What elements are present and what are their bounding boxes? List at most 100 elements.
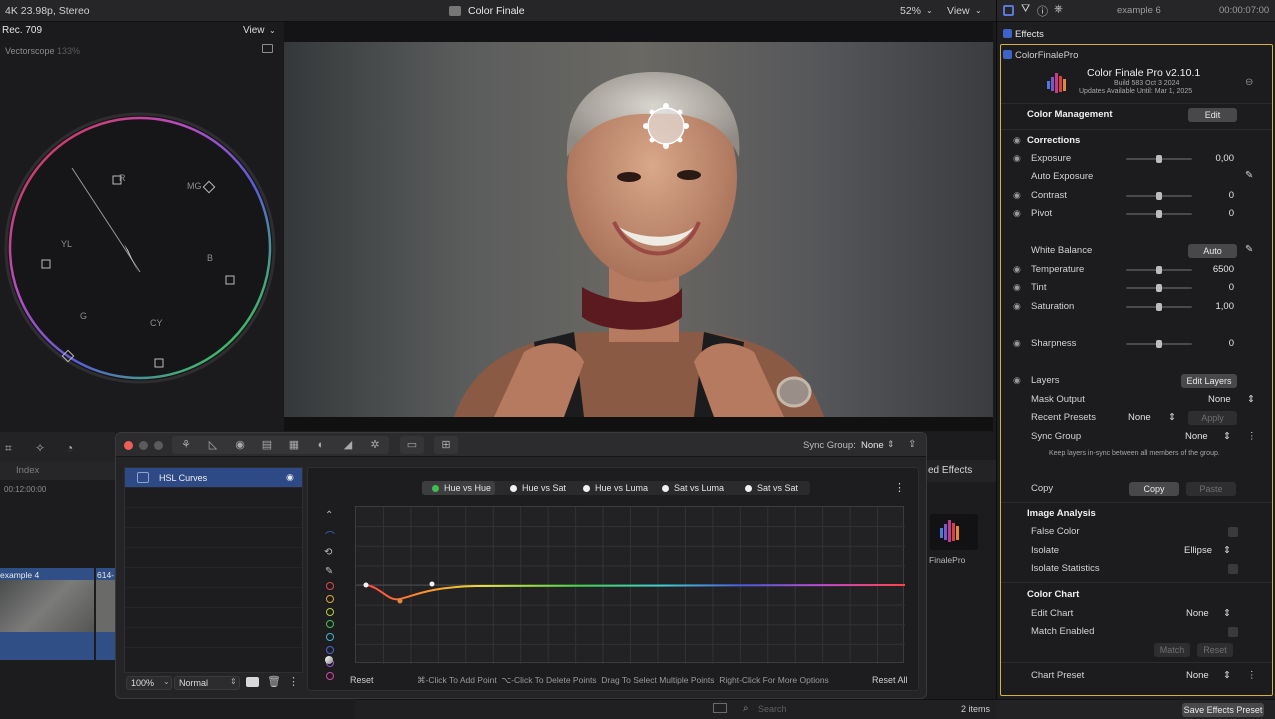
more-options-icon[interactable]: ⋮ bbox=[1247, 670, 1257, 681]
save-effects-preset-button[interactable]: Save Effects Preset bbox=[1182, 703, 1264, 717]
magic-wand-icon[interactable]: ✧ bbox=[35, 441, 45, 455]
lut-icon[interactable]: ▦ bbox=[287, 438, 301, 452]
tab-sat-vs-luma[interactable]: Sat vs Luma bbox=[662, 481, 724, 495]
zoom-select[interactable]: 100% ⌄ bbox=[126, 676, 172, 690]
color-palette-icon[interactable]: ◉ bbox=[233, 438, 247, 452]
saturation-value[interactable]: 1,00 bbox=[1216, 301, 1235, 312]
false-color-checkbox[interactable] bbox=[1228, 527, 1238, 537]
curve-loop-tool-icon[interactable]: ⟲ bbox=[324, 547, 332, 558]
mask-icon[interactable] bbox=[246, 677, 259, 687]
eyedropper-icon[interactable]: ✎ bbox=[325, 566, 333, 577]
minimize-button[interactable] bbox=[139, 441, 148, 450]
zoom-button[interactable] bbox=[154, 441, 163, 450]
hsl-curves-window[interactable]: ⚘ ◺ ◉ ▤ ▦ ◐ ◢ ✲ ▭ ⊞ Sync Group: None ⇕ ⇪… bbox=[115, 432, 927, 699]
eye-icon[interactable]: ◉ bbox=[1013, 282, 1023, 292]
slider-knob[interactable] bbox=[1156, 210, 1162, 218]
zoom-dropdown[interactable]: 52% bbox=[900, 5, 921, 17]
saturation-slider[interactable] bbox=[1126, 303, 1192, 311]
temperature-slider[interactable] bbox=[1126, 266, 1192, 274]
collapse-icon[interactable]: ⊖ bbox=[1245, 77, 1253, 88]
hue-swatch-icon[interactable] bbox=[326, 607, 334, 616]
hue-swatch-icon[interactable] bbox=[326, 594, 334, 603]
tab-sat-vs-sat[interactable]: Sat vs Sat bbox=[745, 481, 798, 495]
isolate-select[interactable]: Ellipse bbox=[1184, 545, 1212, 556]
temperature-value[interactable]: 6500 bbox=[1213, 264, 1234, 275]
folder-button[interactable]: ▭ bbox=[400, 436, 424, 454]
sidebar-toggle-icon[interactable] bbox=[713, 703, 727, 713]
recent-presets-select[interactable]: None bbox=[1128, 412, 1151, 423]
settings-icon[interactable]: ✲ bbox=[368, 438, 382, 452]
trash-icon[interactable]: 🗑 bbox=[267, 675, 281, 688]
hue-swatch-icon[interactable] bbox=[326, 633, 334, 642]
eye-icon[interactable]: ◉ bbox=[1013, 375, 1023, 385]
edit-chart-select[interactable]: None bbox=[1186, 608, 1209, 619]
eye-icon[interactable]: ◉ bbox=[1013, 190, 1023, 200]
hue-swatch-icon[interactable] bbox=[326, 582, 334, 590]
slider-knob[interactable] bbox=[1156, 284, 1162, 292]
edit-color-management-button[interactable]: Edit bbox=[1188, 108, 1237, 122]
curve-control-point[interactable] bbox=[363, 582, 369, 588]
view-dropdown[interactable]: View bbox=[947, 5, 970, 17]
share-icon[interactable]: ⇪ bbox=[908, 439, 916, 450]
more-options-icon[interactable]: ⋮ bbox=[1247, 431, 1257, 442]
chart-preset-select[interactable]: None bbox=[1186, 670, 1209, 681]
copy-button[interactable]: Copy bbox=[1129, 482, 1179, 496]
gradient-icon[interactable]: ◢ bbox=[341, 438, 355, 452]
eye-icon[interactable]: ◉ bbox=[1013, 301, 1023, 311]
eyedropper-icon[interactable]: ✎ bbox=[1245, 244, 1253, 255]
more-options-icon[interactable]: ⋮ bbox=[288, 675, 299, 688]
sync-group-select[interactable]: None bbox=[1185, 431, 1208, 442]
hue-swatch-icon[interactable] bbox=[326, 620, 334, 629]
levels-icon[interactable]: ▤ bbox=[260, 438, 274, 452]
eye-icon[interactable]: ◉ bbox=[286, 472, 294, 483]
video-viewer[interactable] bbox=[284, 42, 993, 417]
mask-output-select[interactable]: None bbox=[1208, 394, 1231, 405]
clip-example-4[interactable]: example 4 bbox=[0, 568, 94, 660]
clip-614[interactable]: 614- bbox=[96, 568, 115, 660]
eyedropper-icon[interactable]: ✎ bbox=[1245, 170, 1253, 181]
crop-tool-icon[interactable]: ⌗ bbox=[5, 441, 12, 456]
layer-checkbox[interactable] bbox=[137, 472, 149, 483]
isolate-statistics-checkbox[interactable] bbox=[1228, 564, 1238, 574]
tab-hue-vs-hue[interactable]: Hue vs Hue bbox=[422, 481, 495, 495]
scope-settings-icon[interactable] bbox=[262, 44, 273, 53]
edit-layers-button[interactable]: Edit Layers bbox=[1181, 374, 1237, 388]
eye-icon[interactable]: ◉ bbox=[1013, 135, 1023, 145]
tab-hue-vs-luma[interactable]: Hue vs Luma bbox=[583, 481, 648, 495]
exposure-value[interactable]: 0,00 bbox=[1216, 153, 1235, 164]
slider-knob[interactable] bbox=[1156, 340, 1162, 348]
share-icon[interactable]: ⎈ bbox=[1054, 3, 1063, 16]
reset-button[interactable]: Reset bbox=[350, 675, 374, 685]
vignette-icon[interactable]: ◐ bbox=[314, 438, 328, 452]
eye-icon[interactable]: ◉ bbox=[1013, 208, 1023, 218]
auto-white-balance-button[interactable]: Auto bbox=[1188, 244, 1237, 258]
reset-chart-button[interactable]: Reset bbox=[1197, 643, 1233, 657]
curve-control-point[interactable] bbox=[397, 598, 403, 604]
slider-knob[interactable] bbox=[1156, 303, 1162, 311]
effect-thumbnail[interactable] bbox=[930, 514, 978, 550]
tint-value[interactable]: 0 bbox=[1229, 282, 1234, 293]
contrast-value[interactable]: 0 bbox=[1229, 190, 1234, 201]
slider-knob[interactable] bbox=[1156, 192, 1162, 200]
pivot-value[interactable]: 0 bbox=[1229, 208, 1234, 219]
curve-point-tool-icon[interactable]: ⌃ bbox=[325, 510, 333, 521]
sync-group-select[interactable]: None bbox=[861, 440, 884, 451]
sharpness-value[interactable]: 0 bbox=[1229, 338, 1234, 349]
layer-hsl-curves[interactable]: HSL Curves ◉ bbox=[125, 468, 302, 488]
color-picker-icon[interactable] bbox=[325, 656, 333, 664]
effects-tab[interactable]: ed Effects bbox=[928, 465, 972, 476]
grid-button[interactable]: ⊞ bbox=[434, 436, 458, 454]
index-tab[interactable]: Index bbox=[16, 465, 39, 476]
hue-swatch-icon[interactable] bbox=[326, 671, 334, 680]
scope-view-dropdown[interactable]: View bbox=[243, 25, 265, 36]
effects-checkbox[interactable] bbox=[1003, 29, 1012, 38]
reset-all-button[interactable]: Reset All bbox=[872, 675, 908, 685]
paste-button[interactable]: Paste bbox=[1186, 482, 1236, 496]
blend-mode-select[interactable]: Normal ⇕ bbox=[174, 676, 240, 690]
sharpness-slider[interactable] bbox=[1126, 340, 1192, 348]
info-icon[interactable]: ⓘ bbox=[1037, 3, 1048, 19]
match-enabled-checkbox[interactable] bbox=[1228, 627, 1238, 637]
eye-icon[interactable]: ◉ bbox=[1013, 338, 1023, 348]
curves-icon[interactable]: ◺ bbox=[206, 438, 220, 452]
close-button[interactable] bbox=[124, 441, 133, 450]
